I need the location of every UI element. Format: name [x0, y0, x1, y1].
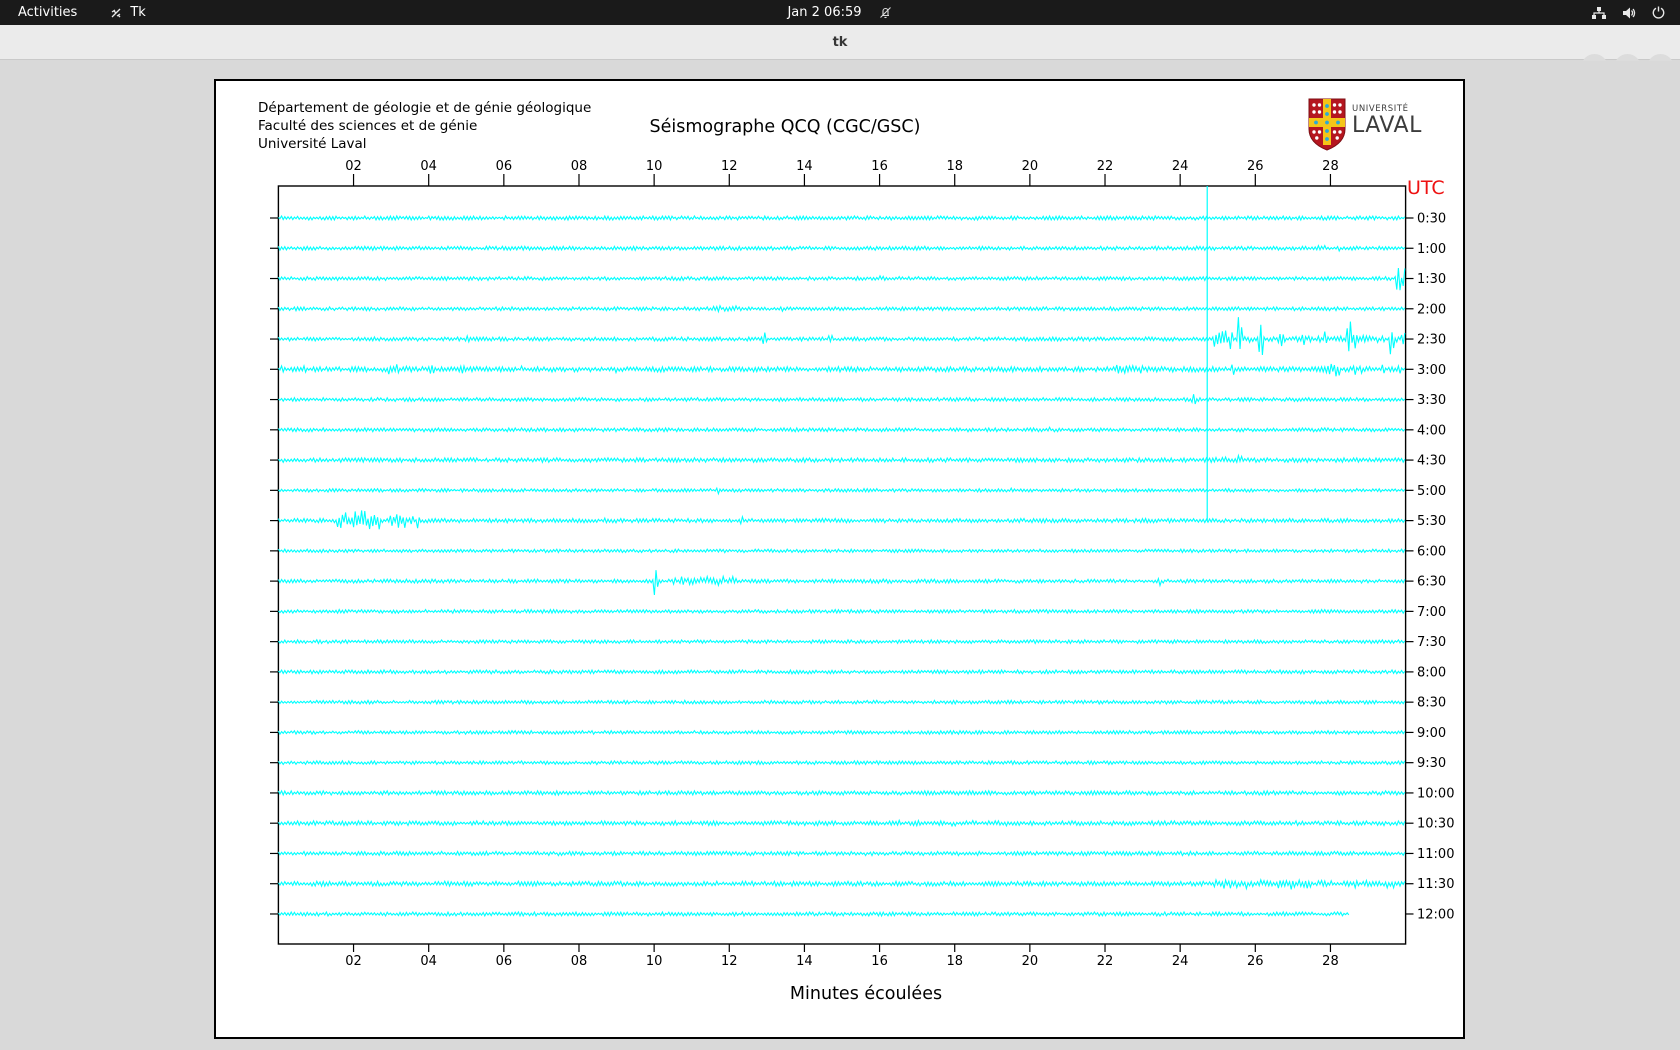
trace-row-12:00: [277, 910, 1350, 918]
trace-row-8:00: [278, 668, 1406, 676]
trace-row-5:00: [278, 486, 1406, 496]
trace-row-5:30: [277, 510, 1406, 530]
seismic-traces: [277, 214, 1406, 918]
utc-time-label: 11:30: [1417, 877, 1454, 892]
utc-time-label: 2:30: [1417, 333, 1446, 348]
trace-row-3:00: [277, 363, 1406, 377]
trace-row-3:30: [278, 394, 1406, 405]
seismograph-plot: 02 02 04 04 06 06 08 08 10 10 12 12 14 14 16 16 18 18 20 20…: [270, 159, 1454, 969]
utc-time-label: 5:30: [1417, 514, 1446, 529]
svg-text:04: 04: [420, 954, 437, 969]
utc-time-label: 9:00: [1417, 726, 1446, 741]
utc-time-label: 9:30: [1417, 756, 1446, 771]
utc-time-label: 1:30: [1417, 272, 1446, 287]
trace-row-1:00: [277, 244, 1406, 253]
utc-time-labels: 0:30 1:00 1:30 2:00 2:30 3:00 3:30 4:00 4:30 5:00…: [1417, 212, 1454, 923]
utc-time-label: 10:30: [1417, 817, 1454, 832]
utc-time-label: 12:00: [1417, 907, 1454, 922]
network-wired-icon: [1591, 5, 1607, 21]
trace-row-2:00: [277, 304, 1406, 314]
svg-text:14: 14: [796, 159, 813, 174]
notifications-disabled-icon: [878, 5, 893, 20]
trace-row-4:00: [277, 425, 1406, 433]
utc-time-label: 11:00: [1417, 847, 1454, 862]
svg-text:22: 22: [1097, 954, 1114, 969]
utc-time-label: 5:00: [1417, 484, 1446, 499]
volume-icon: [1621, 5, 1637, 21]
svg-text:10: 10: [646, 159, 663, 174]
svg-text:06: 06: [496, 954, 513, 969]
clock-label: Jan 2 06:59: [787, 5, 862, 20]
svg-text:26: 26: [1247, 159, 1264, 174]
trace-row-8:30: [277, 699, 1406, 706]
utc-time-label: 8:00: [1417, 665, 1446, 680]
window-title-bar[interactable]: tk: [0, 25, 1680, 81]
clock-menu[interactable]: Jan 2 06:59: [0, 0, 1680, 25]
trace-row-10:30: [277, 818, 1406, 828]
svg-text:18: 18: [946, 954, 963, 969]
svg-text:02: 02: [345, 954, 362, 969]
svg-text:08: 08: [571, 954, 588, 969]
trace-row-11:00: [277, 850, 1406, 858]
trace-row-4:30: [277, 453, 1406, 465]
window-title: tk: [832, 35, 848, 50]
tk-window-content: Département de géologie et de génie géol…: [0, 61, 1680, 1050]
svg-text:16: 16: [871, 159, 888, 174]
utc-time-label: 4:30: [1417, 454, 1446, 469]
svg-text:02: 02: [345, 159, 362, 174]
trace-row-1:30: [277, 267, 1406, 291]
system-menu[interactable]: [1591, 0, 1680, 25]
trace-row-9:30: [277, 759, 1406, 766]
svg-text:22: 22: [1097, 159, 1114, 174]
gnome-top-bar: Activities Tk Jan 2 06:59: [0, 0, 1680, 25]
trace-row-10:00: [277, 789, 1406, 797]
seismograph-canvas: Département de géologie et de génie géol…: [214, 79, 1465, 1039]
svg-text:14: 14: [796, 954, 813, 969]
x-axis-ticks: [352, 174, 1332, 952]
svg-text:08: 08: [571, 159, 588, 174]
trace-row-0:30: [278, 214, 1406, 222]
utc-time-label: 3:30: [1417, 393, 1446, 408]
trace-row-6:00: [277, 547, 1406, 554]
svg-text:20: 20: [1022, 159, 1039, 174]
svg-text:10: 10: [646, 954, 663, 969]
trace-row-6:30: [277, 570, 1406, 596]
svg-text:20: 20: [1022, 954, 1039, 969]
utc-time-label: 7:30: [1417, 635, 1446, 650]
svg-text:24: 24: [1172, 159, 1189, 174]
trace-row-9:00: [277, 729, 1406, 736]
utc-time-label: 6:00: [1417, 544, 1446, 559]
svg-text:28: 28: [1322, 159, 1339, 174]
utc-time-label: 2:00: [1417, 302, 1446, 317]
utc-time-label: 10:00: [1417, 786, 1454, 801]
y-axis-ticks: [270, 217, 1414, 915]
svg-text:04: 04: [420, 159, 437, 174]
trace-row-7:30: [277, 638, 1406, 645]
svg-text:06: 06: [496, 159, 513, 174]
utc-time-label: 3:00: [1417, 363, 1446, 378]
x-axis-title: Minutes écoulées: [789, 984, 943, 1004]
svg-text:12: 12: [721, 159, 738, 174]
svg-text:24: 24: [1172, 954, 1189, 969]
svg-text:18: 18: [946, 159, 963, 174]
svg-text:12: 12: [721, 954, 738, 969]
svg-text:16: 16: [871, 954, 888, 969]
utc-time-label: 6:30: [1417, 575, 1446, 590]
svg-text:28: 28: [1322, 954, 1339, 969]
svg-text:26: 26: [1247, 954, 1264, 969]
utc-time-label: 4:00: [1417, 423, 1446, 438]
utc-time-label: 0:30: [1417, 212, 1446, 227]
trace-row-2:30: [277, 317, 1406, 356]
utc-time-label: 7:00: [1417, 605, 1446, 620]
utc-time-label: 8:30: [1417, 696, 1446, 711]
plot-frame: [277, 185, 1407, 945]
trace-row-11:30: [277, 877, 1406, 891]
utc-time-label: 1:00: [1417, 242, 1446, 257]
trace-row-7:00: [277, 608, 1406, 615]
power-icon: [1651, 5, 1666, 20]
